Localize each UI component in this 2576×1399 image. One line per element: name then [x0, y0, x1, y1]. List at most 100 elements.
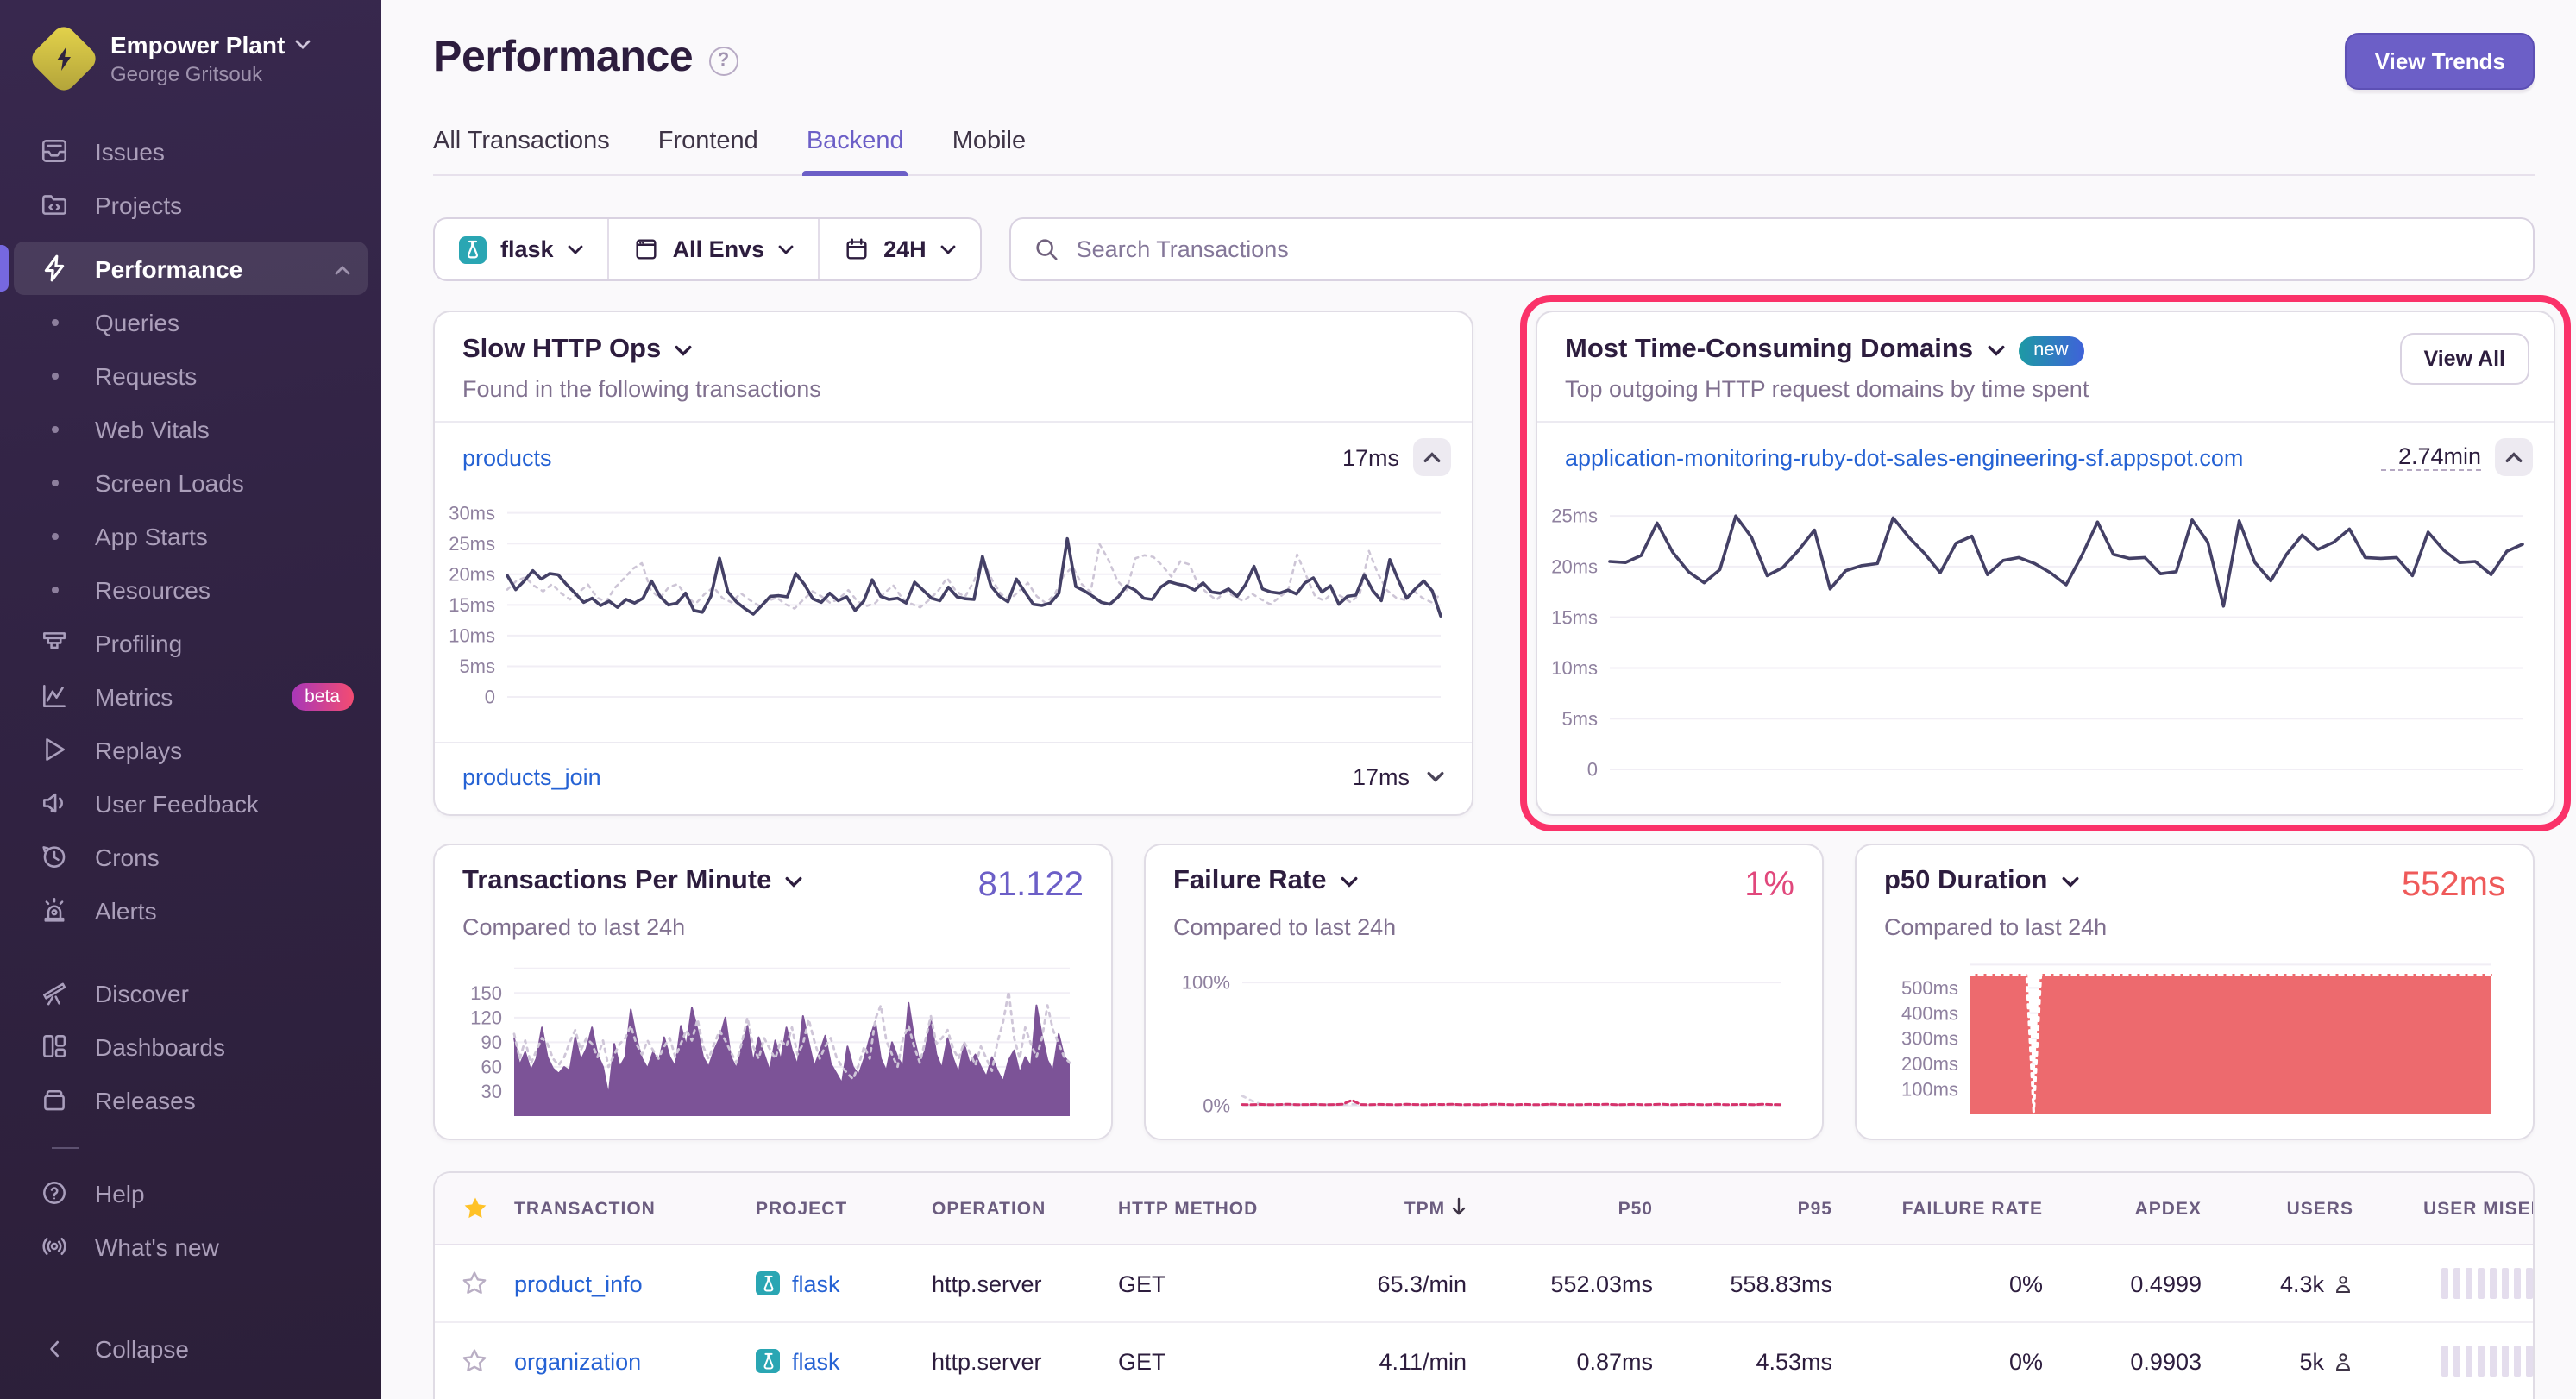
collapse-row-button[interactable]: [1413, 438, 1451, 476]
org-user: George Gritsouk: [110, 62, 311, 86]
sidebar-collapse-button[interactable]: Collapse: [14, 1321, 368, 1375]
chevron-up-icon: [1423, 451, 1441, 463]
expand-row-button[interactable]: [1427, 771, 1444, 783]
view-trends-button[interactable]: View Trends: [2346, 33, 2535, 90]
svg-text:500ms: 500ms: [1901, 977, 1958, 999]
sidebar-item-screen-loads[interactable]: Screen Loads: [14, 455, 368, 509]
bullet-icon: [38, 532, 71, 539]
sidebar-item-web-vitals[interactable]: Web Vitals: [14, 402, 368, 455]
col-failure-rate[interactable]: FAILURE RATE: [1843, 1198, 2053, 1219]
project-cell[interactable]: flask: [756, 1348, 932, 1374]
sidebar-item-resources[interactable]: Resources: [14, 562, 368, 616]
sidebar-item-metrics[interactable]: Metrics beta: [14, 669, 368, 723]
domain-link[interactable]: application-monitoring-ruby-dot-sales-en…: [1565, 444, 2243, 470]
sidebar-item-queries[interactable]: Queries: [14, 295, 368, 348]
svg-text:200ms: 200ms: [1901, 1053, 1958, 1075]
favorite-star-button[interactable]: [435, 1347, 514, 1375]
col-apdex[interactable]: APDEX: [2053, 1198, 2212, 1219]
search-transactions: [1009, 217, 2535, 281]
transaction-link[interactable]: products_join: [462, 764, 601, 790]
chevron-up-icon: [335, 253, 350, 284]
chevron-down-icon: [2061, 875, 2078, 888]
col-project[interactable]: PROJECT: [756, 1198, 932, 1219]
tpm-cell: 65.3/min: [1311, 1270, 1477, 1296]
tpm-title[interactable]: Transactions Per Minute: [462, 866, 802, 897]
sidebar-item-replays[interactable]: Replays: [14, 723, 368, 776]
tab-backend[interactable]: Backend: [807, 128, 904, 174]
sidebar-item-user-feedback[interactable]: User Feedback: [14, 776, 368, 830]
search-input[interactable]: [1077, 236, 2510, 262]
sidebar-item-issues[interactable]: Issues: [14, 124, 368, 178]
chevron-down-icon: [940, 244, 956, 254]
star-outline-icon: [461, 1270, 488, 1297]
p50-duration-panel: p50 Duration 552ms Compared to last 24h …: [1855, 844, 2535, 1140]
performance-icon: [38, 254, 71, 283]
svg-text:90: 90: [481, 1032, 502, 1053]
svg-text:100ms: 100ms: [1901, 1078, 1958, 1100]
view-all-button[interactable]: View All: [2400, 333, 2530, 385]
sidebar-item-projects[interactable]: Projects: [14, 178, 368, 231]
sidebar-item-alerts[interactable]: Alerts: [14, 883, 368, 937]
failure-rate-cell: 0%: [1843, 1270, 2053, 1296]
sidebar-item-profiling[interactable]: Profiling: [14, 616, 368, 669]
bullet-icon: [38, 425, 71, 432]
tpm-panel: Transactions Per Minute 81.122 Compared …: [433, 844, 1113, 1140]
col-user-misery[interactable]: USER MISERY: [2364, 1198, 2535, 1219]
siren-icon: [38, 895, 71, 925]
col-operation[interactable]: OPERATION: [932, 1198, 1118, 1219]
sidebar-item-help[interactable]: Help: [14, 1166, 368, 1220]
operation-cell: http.server: [932, 1348, 1118, 1374]
duration-value: 2.74min: [2381, 443, 2481, 471]
chevron-left-icon: [38, 1336, 71, 1360]
transaction-link[interactable]: products: [462, 444, 552, 470]
calendar-icon: [844, 236, 870, 262]
col-p50[interactable]: P50: [1477, 1198, 1663, 1219]
flask-project-icon: [459, 235, 487, 263]
environment-filter[interactable]: All Envs: [607, 219, 819, 279]
tab-all-transactions[interactable]: All Transactions: [433, 128, 610, 174]
releases-icon: [38, 1085, 71, 1114]
sidebar-item-crons[interactable]: Crons: [14, 830, 368, 883]
failure-rate-chart: 100%0%: [1173, 959, 1794, 1118]
transaction-link[interactable]: product_info: [514, 1270, 643, 1296]
domains-title[interactable]: Most Time-Consuming Domains new: [1565, 335, 2526, 366]
p50-title[interactable]: p50 Duration: [1884, 866, 2078, 897]
sidebar-item-whats-new[interactable]: What's new: [14, 1220, 368, 1273]
project-cell[interactable]: flask: [756, 1270, 932, 1296]
col-http-method[interactable]: HTTP METHOD: [1118, 1198, 1311, 1219]
apdex-cell: 0.9903: [2053, 1348, 2212, 1374]
tab-mobile[interactable]: Mobile: [952, 128, 1026, 174]
user-icon: [2333, 1272, 2353, 1295]
user-icon: [2333, 1350, 2353, 1372]
http-method-cell: GET: [1118, 1270, 1311, 1296]
star-column-header[interactable]: [435, 1195, 514, 1221]
svg-text:150: 150: [470, 982, 502, 1004]
col-transaction[interactable]: TRANSACTION: [514, 1198, 756, 1219]
transaction-link[interactable]: organization: [514, 1348, 641, 1374]
sidebar-item-requests[interactable]: Requests: [14, 348, 368, 402]
active-indicator: [0, 245, 9, 292]
col-tpm[interactable]: TPM: [1311, 1197, 1477, 1220]
sidebar-item-app-starts[interactable]: App Starts: [14, 509, 368, 562]
project-filter[interactable]: flask: [435, 219, 607, 279]
sidebar-item-releases[interactable]: Releases: [14, 1073, 368, 1126]
svg-text:0: 0: [485, 687, 495, 708]
time-range-filter[interactable]: 24H: [818, 219, 980, 279]
app-window: Empower Plant George Gritsouk Issues Pro…: [0, 0, 2576, 1399]
sidebar-item-performance[interactable]: Performance: [14, 242, 368, 295]
favorite-star-button[interactable]: [435, 1270, 514, 1297]
p95-cell: 558.83ms: [1663, 1270, 1843, 1296]
col-p95[interactable]: P95: [1663, 1198, 1843, 1219]
col-users[interactable]: USERS: [2212, 1198, 2364, 1219]
slow-http-ops-title[interactable]: Slow HTTP Ops: [462, 335, 1444, 366]
page-help-icon[interactable]: ?: [708, 46, 738, 75]
failure-rate-title[interactable]: Failure Rate: [1173, 866, 1357, 897]
tab-frontend[interactable]: Frontend: [658, 128, 758, 174]
replays-icon: [38, 735, 71, 764]
sidebar-item-dashboards[interactable]: Dashboards: [14, 1019, 368, 1073]
sidebar-item-discover[interactable]: Discover: [14, 966, 368, 1019]
svg-text:20ms: 20ms: [1551, 555, 1598, 577]
collapse-row-button[interactable]: [2495, 438, 2533, 476]
p50-value: 552ms: [2402, 866, 2505, 906]
org-switcher[interactable]: Empower Plant George Gritsouk: [0, 31, 381, 86]
